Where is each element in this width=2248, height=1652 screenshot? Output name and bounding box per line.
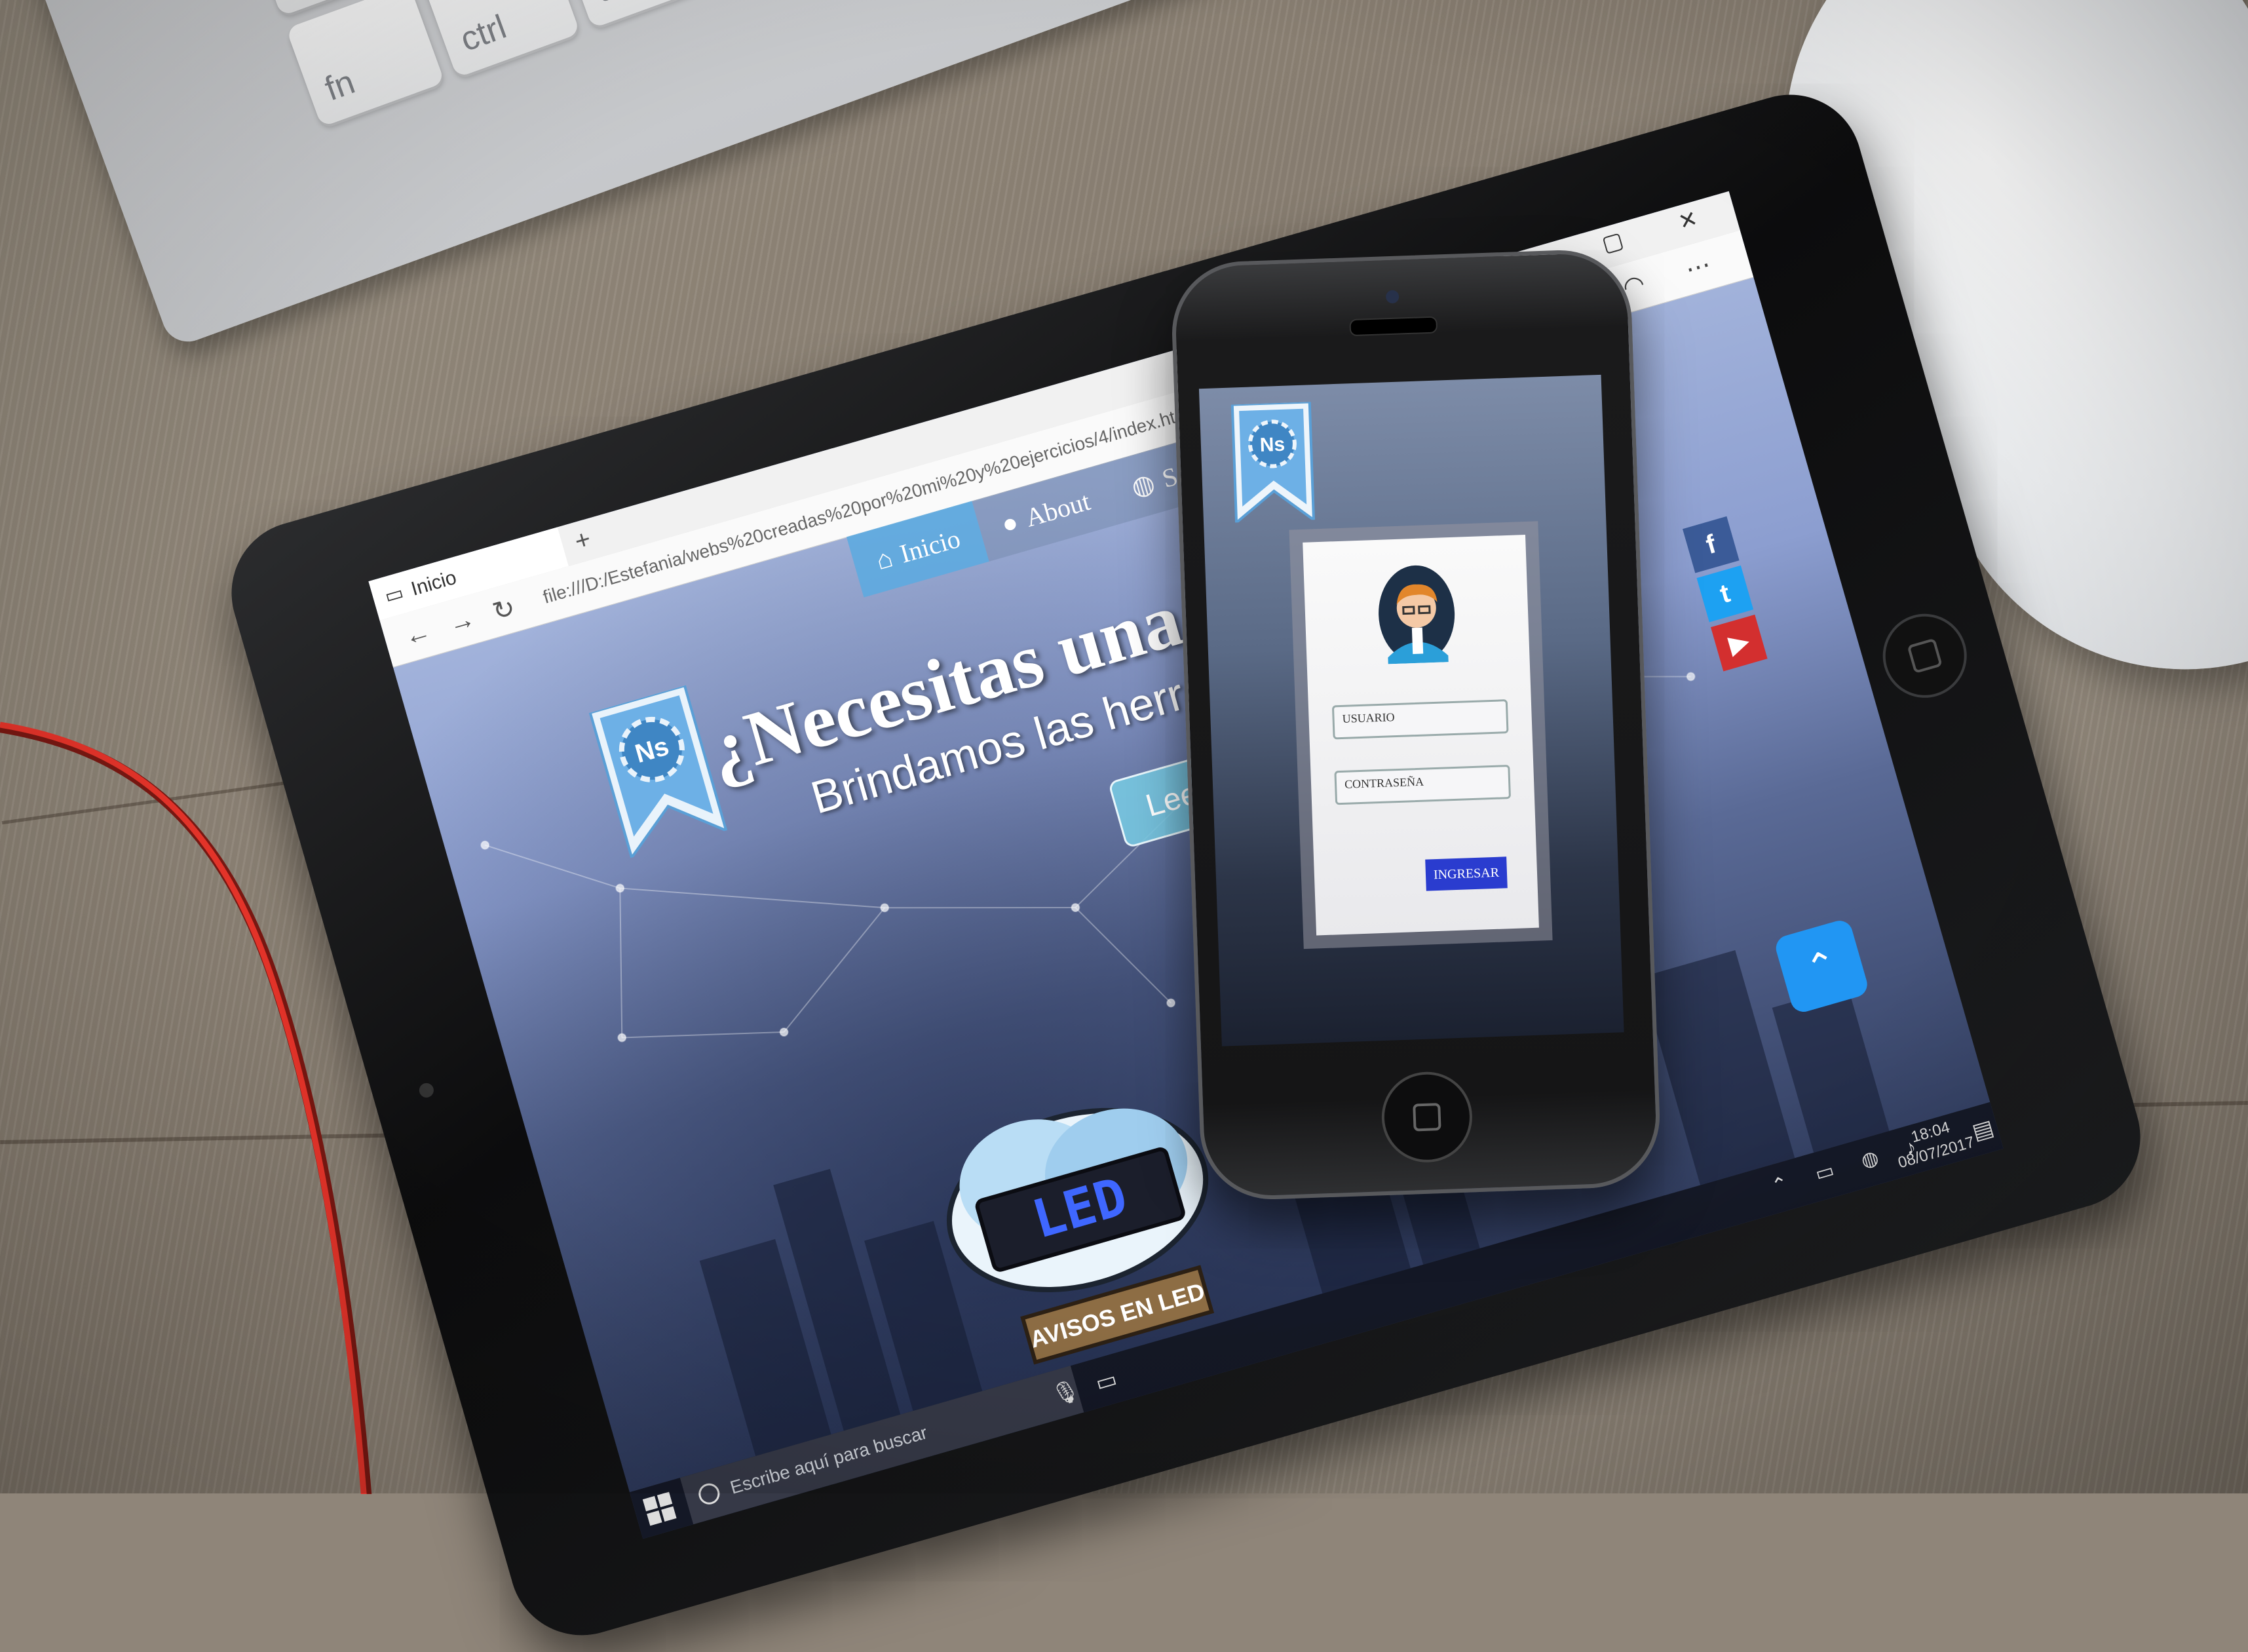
login-frame: USUARIO CONTRASEÑA INGRESAR — [1289, 521, 1553, 950]
task-view-icon[interactable]: ▭ — [1093, 1366, 1120, 1396]
home-icon: ⌂ — [872, 542, 896, 575]
phone-site-logo[interactable]: Ns — [1229, 402, 1318, 523]
reload-icon[interactable]: ↻ — [489, 592, 519, 627]
keyboard-key: ctrl — [421, 0, 581, 78]
browser-tab-title: Inicio — [408, 566, 459, 600]
phone-screen: Ns USUARIO CONTRASEÑA INGRESAR — [1198, 374, 1624, 1047]
tablet-home-button[interactable] — [1873, 604, 1977, 708]
back-arrow-icon[interactable]: ← — [401, 617, 434, 652]
login-card: USUARIO CONTRASEÑA INGRESAR — [1303, 534, 1539, 936]
phone-home-button[interactable] — [1380, 1070, 1474, 1164]
globe-icon: ◍ — [1128, 467, 1158, 503]
windows-start-icon[interactable] — [642, 1491, 677, 1526]
tablet-camera — [417, 1081, 436, 1100]
forward-arrow-icon[interactable]: → — [445, 604, 478, 640]
nav-item-label: Inicio — [896, 523, 964, 569]
nav-item-label: About — [1021, 486, 1094, 533]
smartphone-device: Ns USUARIO CONTRASEÑA INGRESAR — [1170, 248, 1662, 1202]
keyboard-key: ⌥alt — [556, 0, 716, 29]
user-icon: ● — [998, 506, 1021, 539]
phone-speaker — [1349, 316, 1438, 337]
page-icon: ▭ — [382, 581, 406, 608]
username-field[interactable]: USUARIO — [1331, 699, 1509, 740]
phone-logo-text: Ns — [1259, 434, 1285, 456]
user-avatar-icon — [1379, 565, 1455, 664]
password-field[interactable]: CONTRASEÑA — [1334, 765, 1512, 805]
keyboard-key: fn — [286, 0, 446, 128]
login-submit-button[interactable]: INGRESAR — [1425, 856, 1508, 891]
phone-front-camera — [1385, 290, 1400, 304]
new-tab-button[interactable]: + — [571, 524, 594, 557]
